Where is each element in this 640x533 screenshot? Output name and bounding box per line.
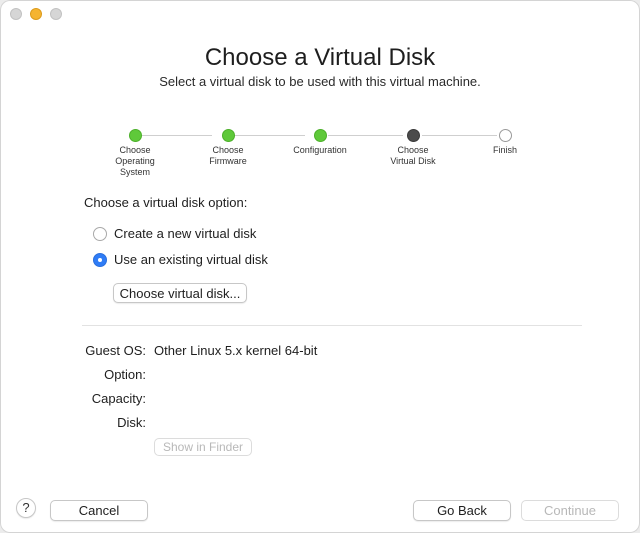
cancel-button[interactable]: Cancel <box>50 500 148 521</box>
option-label: Option: <box>104 367 146 382</box>
create-new-disk-label[interactable]: Create a new virtual disk <box>114 226 256 241</box>
radio-checked-icon[interactable] <box>93 252 107 267</box>
step-label: Finish <box>492 145 517 155</box>
step-choose-firmware: Choose Firmware <box>188 128 268 167</box>
step-label: Configuration <box>293 145 347 155</box>
step-label: Choose Firmware <box>209 145 247 166</box>
continue-button[interactable]: Continue <box>521 500 619 521</box>
step-configuration: Configuration <box>280 128 360 156</box>
step-choose-virtual-disk: Choose Virtual Disk <box>373 128 453 167</box>
page-subtitle: Select a virtual disk to be used with th… <box>159 74 481 89</box>
step-finish: Finish <box>465 128 545 156</box>
go-back-button[interactable]: Go Back <box>413 500 511 521</box>
minimize-window-button[interactable] <box>30 8 42 20</box>
create-new-disk-option[interactable]: Create a new virtual disk <box>93 226 256 241</box>
help-button[interactable]: ? <box>16 498 36 518</box>
step-current-icon <box>406 129 420 142</box>
window-controls <box>10 8 62 20</box>
step-pending-icon <box>498 129 512 142</box>
step-choose-os: Choose Operating System <box>95 128 175 178</box>
progress-stepper: Choose Operating System Choose Firmware … <box>0 128 640 188</box>
capacity-label: Capacity: <box>91 391 146 406</box>
step-label: Choose Operating System <box>115 145 155 177</box>
guest-os-value: Other Linux 5.x kernel 64-bit <box>154 343 318 358</box>
section-divider <box>82 325 582 326</box>
use-existing-disk-label[interactable]: Use an existing virtual disk <box>114 252 268 267</box>
zoom-window-button[interactable] <box>50 8 62 20</box>
show-in-finder-button[interactable]: Show in Finder <box>154 438 252 456</box>
step-complete-icon <box>128 129 142 142</box>
step-complete-icon <box>313 129 327 142</box>
disk-option-prompt: Choose a virtual disk option: <box>84 195 248 210</box>
step-complete-icon <box>221 129 235 142</box>
choose-virtual-disk-button[interactable]: Choose virtual disk... <box>113 283 247 303</box>
disk-label: Disk: <box>117 415 146 430</box>
step-label: Choose Virtual Disk <box>390 145 436 166</box>
page-title: Choose a Virtual Disk <box>204 44 436 71</box>
vm-assistant-window: Choose a Virtual Disk Select a virtual d… <box>0 0 640 533</box>
use-existing-disk-option[interactable]: Use an existing virtual disk <box>93 252 268 267</box>
guest-os-label: Guest OS: <box>85 343 146 358</box>
radio-unchecked-icon[interactable] <box>93 226 107 241</box>
close-window-button[interactable] <box>10 8 22 20</box>
